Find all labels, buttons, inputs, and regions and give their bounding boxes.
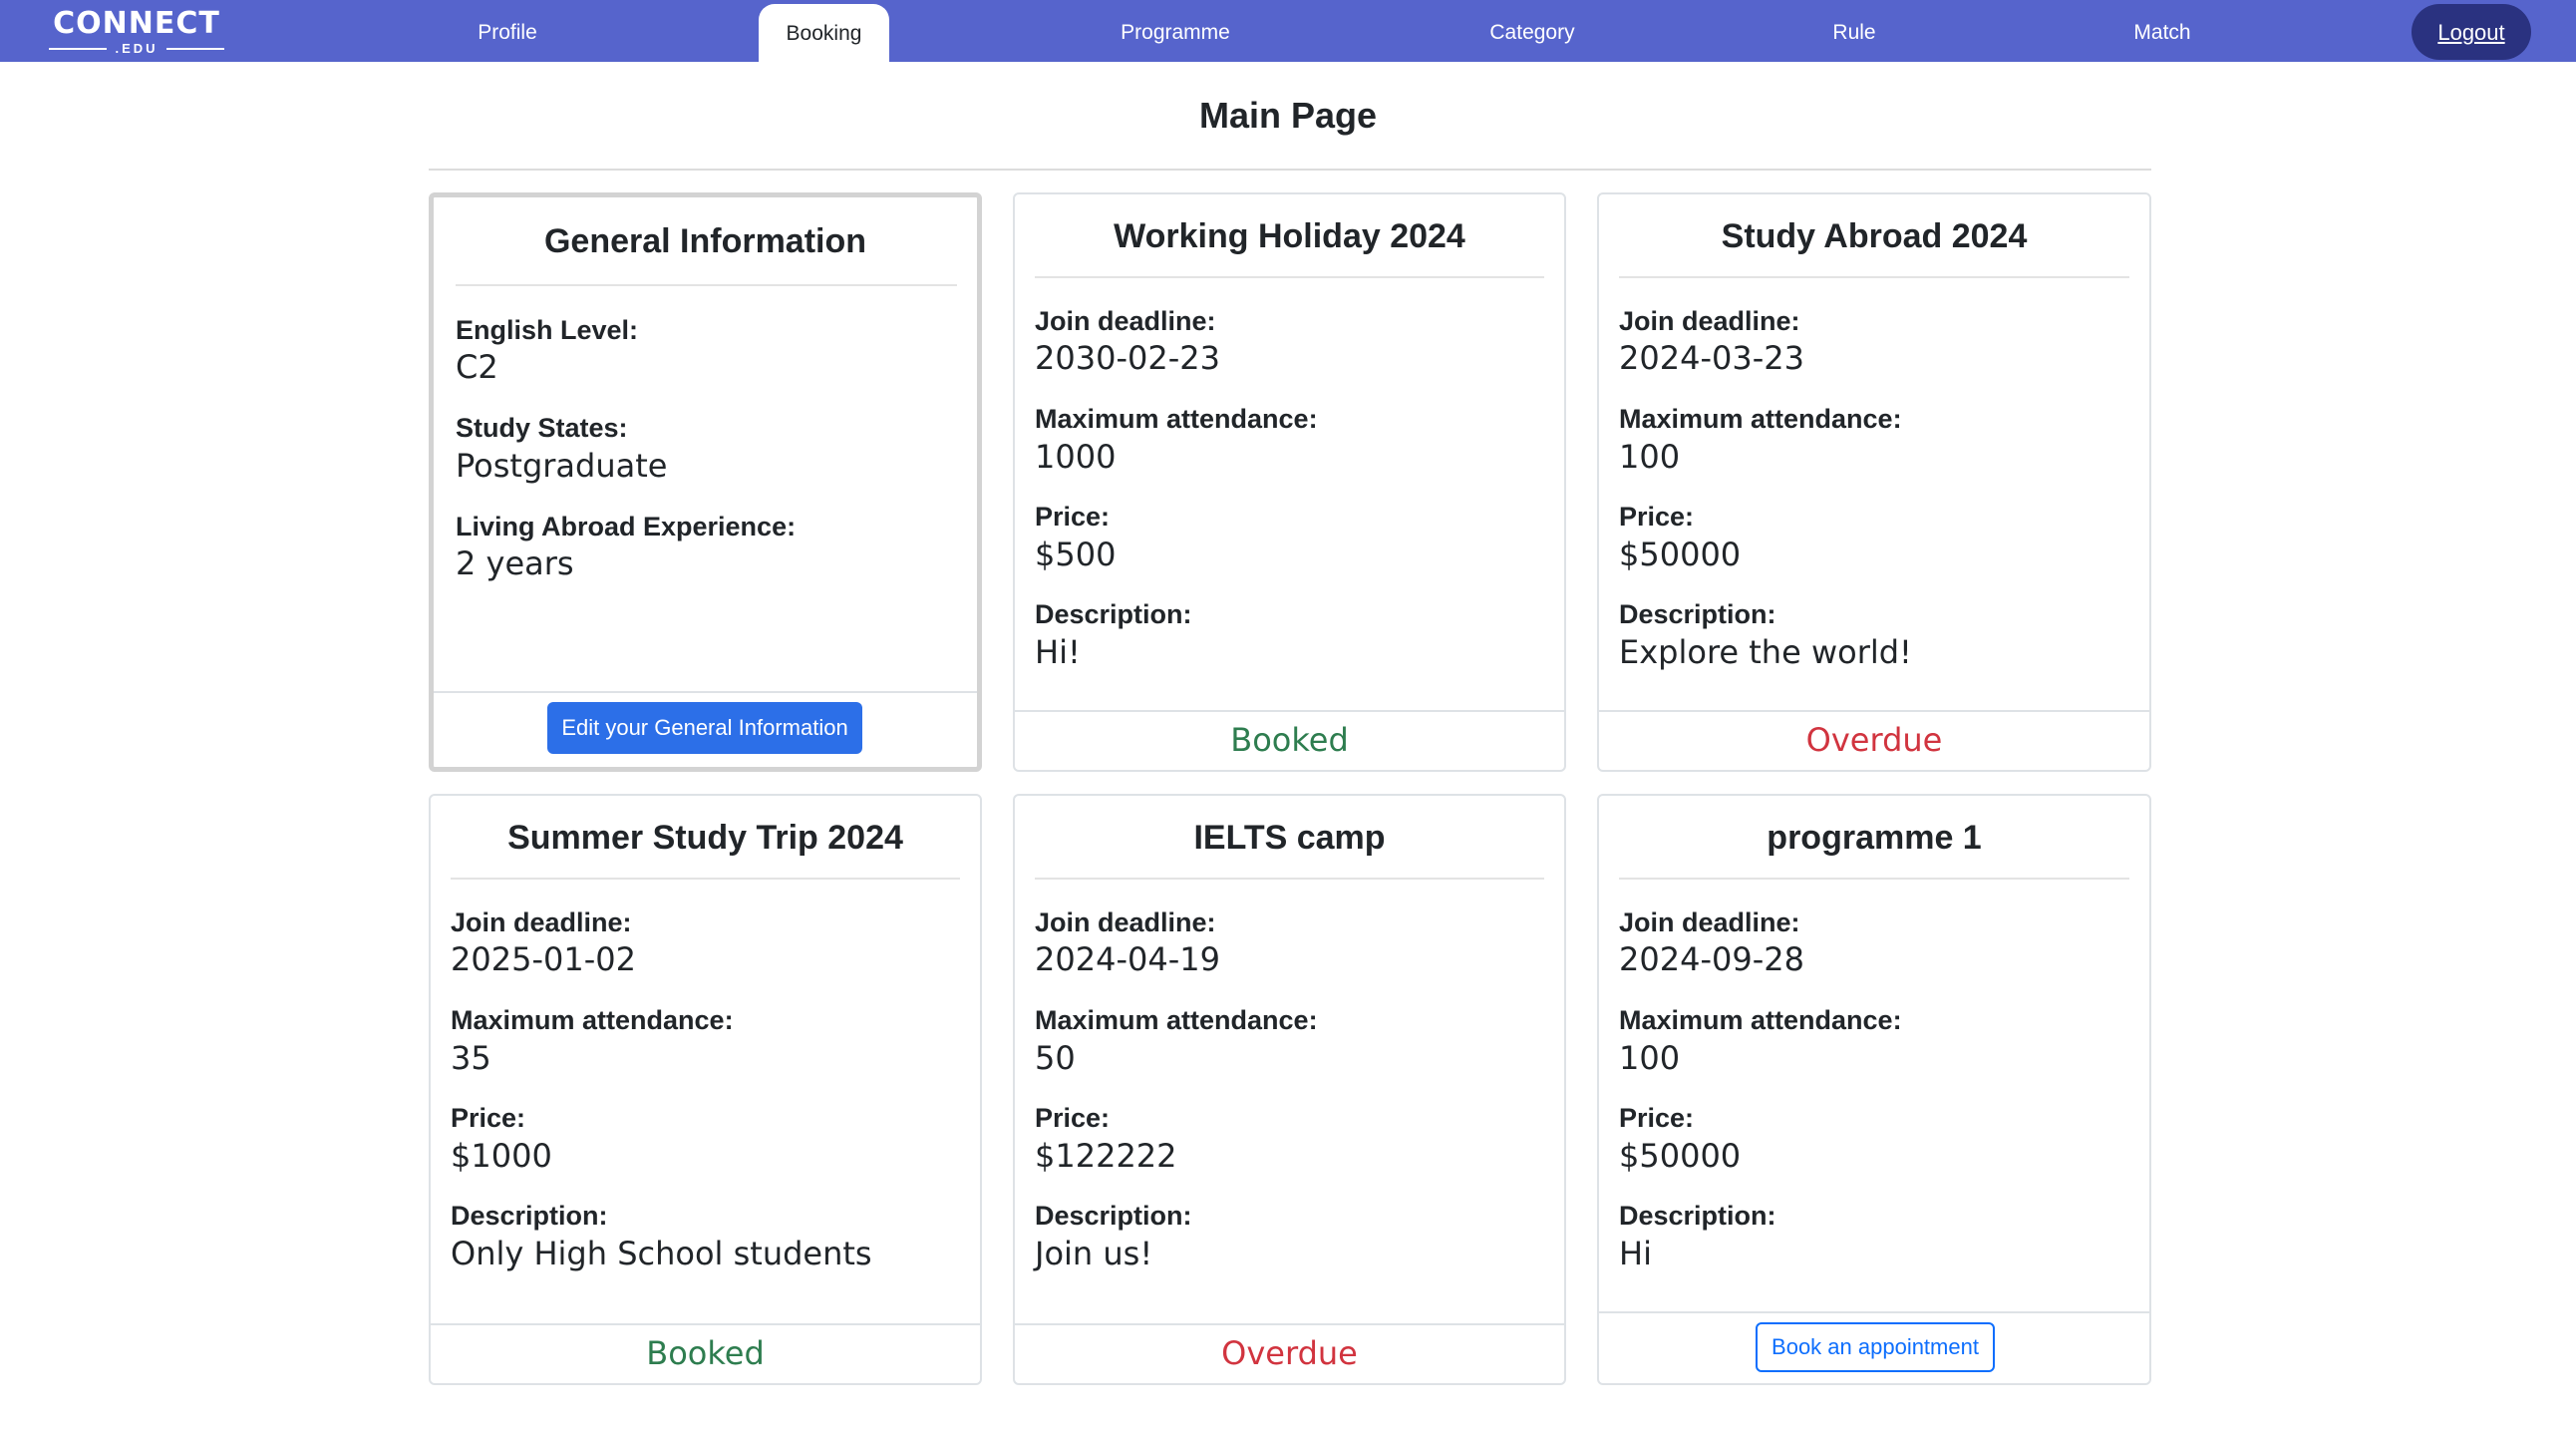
join-deadline-value: 2025-01-02 <box>451 940 636 978</box>
join-deadline-label: Join deadline: <box>1619 907 1800 937</box>
card-footer: Book an appointment <box>1599 1311 2149 1383</box>
price-value: $50000 <box>1619 536 1742 573</box>
logout-button[interactable]: Logout <box>2412 4 2531 60</box>
join-deadline-label: Join deadline: <box>451 907 632 937</box>
price-value: $500 <box>1035 536 1117 573</box>
card-footer: Booked <box>431 1323 980 1383</box>
description-label: Description: <box>1619 599 1776 629</box>
description-value: Join us! <box>1035 1235 1153 1272</box>
card-divider <box>456 284 957 286</box>
card-footer: Booked <box>1015 710 1564 770</box>
programme-title: Working Holiday 2024 <box>1114 217 1465 255</box>
max-attendance-label: Maximum attendance: <box>1619 404 1902 434</box>
card-divider <box>1619 878 2129 880</box>
price-value: $122222 <box>1035 1137 1177 1175</box>
logo-divider-right <box>165 48 224 50</box>
programme-card: Summer Study Trip 2024 Join deadline: 20… <box>429 794 982 1385</box>
general-information-card: General Information English Level: C2 St… <box>429 192 982 772</box>
card-footer: Overdue <box>1599 710 2149 770</box>
study-states-label: Study States: <box>456 413 628 443</box>
english-level-value: C2 <box>456 348 498 386</box>
booked-status: Booked <box>646 1334 765 1372</box>
study-states-value: Postgraduate <box>456 447 668 485</box>
programme-title: programme 1 <box>1767 819 1982 857</box>
description-label: Description: <box>1035 599 1192 629</box>
living-abroad-value: 2 years <box>456 544 574 582</box>
booked-status: Booked <box>1230 721 1349 759</box>
connect-edu-logo[interactable]: CONNECT .EDU <box>46 8 227 58</box>
programme-card: Study Abroad 2024 Join deadline: 2024-03… <box>1597 192 2151 772</box>
join-deadline-value: 2030-02-23 <box>1035 339 1220 377</box>
join-deadline-label: Join deadline: <box>1035 907 1216 937</box>
description-label: Description: <box>451 1201 608 1231</box>
card-divider <box>1619 276 2129 278</box>
max-attendance-label: Maximum attendance: <box>1035 404 1318 434</box>
max-attendance-label: Maximum attendance: <box>451 1005 734 1035</box>
card-divider <box>451 878 960 880</box>
join-deadline-value: 2024-04-19 <box>1035 940 1220 978</box>
card-title: General Information <box>543 222 867 260</box>
description-value: Explore the world! <box>1619 633 1912 671</box>
top-navbar: CONNECT .EDU Profile Booking Programme C… <box>0 0 2576 62</box>
join-deadline-value: 2024-09-28 <box>1619 940 1804 978</box>
card-footer: Overdue <box>1015 1323 1564 1383</box>
card-footer: Edit your General Information <box>434 691 977 767</box>
max-attendance-value: 50 <box>1035 1039 1076 1077</box>
max-attendance-label: Maximum attendance: <box>1035 1005 1318 1035</box>
description-value: Only High School students <box>451 1235 872 1272</box>
nav-rule[interactable]: Rule <box>1832 0 1875 62</box>
page-title: Main Page <box>1198 95 1378 136</box>
join-deadline-label: Join deadline: <box>1619 306 1800 336</box>
book-appointment-button[interactable]: Book an appointment <box>1756 1322 1995 1372</box>
logo-subline: .EDU <box>46 41 227 57</box>
programme-title: IELTS camp <box>1193 819 1386 857</box>
nav-booking-active-tab[interactable]: Booking <box>759 4 889 62</box>
logo-divider-left <box>49 48 108 50</box>
price-value: $50000 <box>1619 1137 1742 1175</box>
logo-subtext: .EDU <box>115 41 159 56</box>
price-value: $1000 <box>451 1137 552 1175</box>
max-attendance-value: 100 <box>1619 438 1681 476</box>
price-label: Price: <box>1619 502 1695 532</box>
card-divider <box>1035 276 1544 278</box>
description-value: Hi <box>1619 1235 1652 1272</box>
price-label: Price: <box>451 1103 526 1133</box>
living-abroad-label: Living Abroad Experience: <box>456 512 797 541</box>
nav-category[interactable]: Category <box>1489 0 1574 62</box>
overdue-status: Overdue <box>1805 721 1943 759</box>
join-deadline-value: 2024-03-23 <box>1619 339 1804 377</box>
programme-card: Working Holiday 2024 Join deadline: 2030… <box>1013 192 1566 772</box>
programme-card: programme 1 Join deadline: 2024-09-28 Ma… <box>1597 794 2151 1385</box>
logo-text: CONNECT <box>53 6 220 41</box>
join-deadline-label: Join deadline: <box>1035 306 1216 336</box>
description-label: Description: <box>1035 1201 1192 1231</box>
programme-title: Study Abroad 2024 <box>1721 217 2028 255</box>
english-level-label: English Level: <box>456 315 639 345</box>
edit-general-information-button[interactable]: Edit your General Information <box>547 702 862 754</box>
programme-card: IELTS camp Join deadline: 2024-04-19 Max… <box>1013 794 1566 1385</box>
card-divider <box>1035 878 1544 880</box>
overdue-status: Overdue <box>1221 1334 1358 1372</box>
price-label: Price: <box>1619 1103 1695 1133</box>
nav-profile[interactable]: Profile <box>478 0 537 62</box>
max-attendance-value: 35 <box>451 1039 491 1077</box>
max-attendance-label: Maximum attendance: <box>1619 1005 1902 1035</box>
nav-match[interactable]: Match <box>2133 0 2190 62</box>
max-attendance-value: 100 <box>1619 1039 1681 1077</box>
description-label: Description: <box>1619 1201 1776 1231</box>
price-label: Price: <box>1035 1103 1111 1133</box>
programme-title: Summer Study Trip 2024 <box>507 819 903 857</box>
title-divider <box>429 169 2151 171</box>
description-value: Hi! <box>1035 633 1081 671</box>
nav-programme[interactable]: Programme <box>1121 0 1230 62</box>
price-label: Price: <box>1035 502 1111 532</box>
max-attendance-value: 1000 <box>1035 438 1117 476</box>
